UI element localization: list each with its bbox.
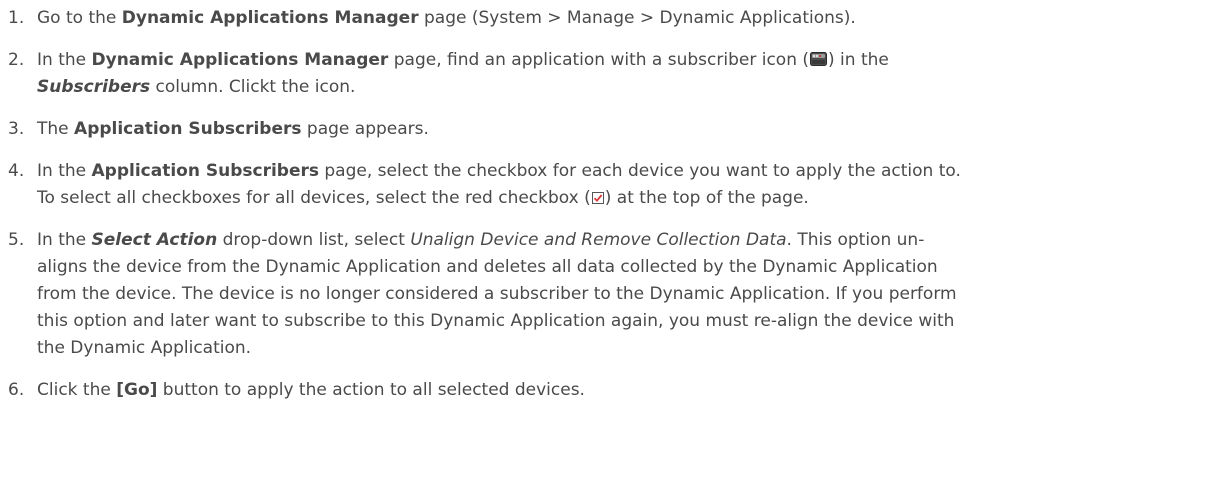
step-3: 3. The Application Subscribers page appe… (0, 116, 1228, 143)
step-text: drop-down list, select (217, 230, 411, 250)
page-name: Dynamic Applications Manager (91, 50, 389, 70)
step-4: 4. In the Application Subscribers page, … (0, 158, 1228, 212)
step-text: button to apply the action to all select… (157, 380, 585, 400)
step-text: In the (37, 230, 92, 250)
step-text: column. Clickt the icon. (150, 77, 356, 97)
step-text: . This option un- (786, 230, 925, 250)
option-name: Unalign Device and Remove Collection Dat… (410, 230, 787, 250)
step-text: To select all checkboxes for all devices… (37, 188, 591, 208)
steps-list: 1. Go to the Dynamic Applications Manage… (0, 5, 1228, 404)
step-number: 5. (8, 230, 25, 250)
step-text: this option and later want to subscribe … (37, 311, 955, 331)
red-checkbox-icon (591, 186, 604, 204)
step-text: page (System > Manage > Dynamic Applicat… (418, 8, 856, 28)
step-text: In the (37, 50, 92, 70)
step-text: the Dynamic Application. (37, 338, 252, 358)
step-text: The (37, 119, 75, 139)
step-1: 1. Go to the Dynamic Applications Manage… (0, 5, 1228, 32)
step-2: 2. In the Dynamic Applications Manager p… (0, 47, 1228, 101)
step-number: 2. (8, 50, 25, 70)
step-text: page appears. (301, 119, 429, 139)
step-text: In the (37, 161, 92, 181)
step-text: page, find an application with a subscri… (388, 50, 810, 70)
step-number: 3. (8, 119, 25, 139)
subscriber-icon (810, 48, 828, 66)
step-number: 4. (8, 161, 25, 181)
column-name: Subscribers (37, 77, 151, 97)
instructions-page: 1. Go to the Dynamic Applications Manage… (0, 0, 1228, 495)
step-text: aligns the device from the Dynamic Appli… (37, 257, 938, 277)
step-5: 5. In the Select Action drop-down list, … (0, 227, 1228, 362)
step-text: from the device. The device is no longer… (37, 284, 957, 304)
page-name: Dynamic Applications Manager (121, 8, 419, 28)
button-name: [Go] (116, 380, 158, 400)
step-text: page, select the checkbox for each devic… (318, 161, 961, 181)
step-6: 6. Click the [Go] button to apply the ac… (0, 377, 1228, 404)
step-number: 6. (8, 380, 25, 400)
step-number: 1. (8, 8, 25, 28)
step-text: ) in the (828, 50, 889, 70)
page-name: Application Subscribers (74, 119, 302, 139)
page-name: Application Subscribers (91, 161, 319, 181)
step-text: ) at the top of the page. (604, 188, 809, 208)
step-text: Click the (37, 380, 117, 400)
step-text: Go to the (37, 8, 122, 28)
field-name: Select Action (91, 230, 218, 250)
